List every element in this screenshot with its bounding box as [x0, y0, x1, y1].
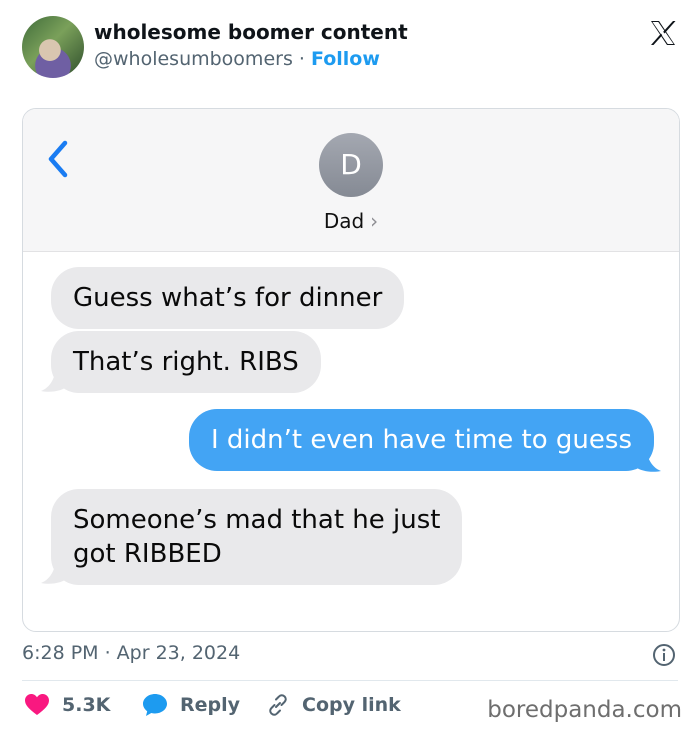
message-text-line: got RIBBED — [73, 539, 222, 569]
reply-bubble-icon — [143, 694, 167, 716]
embedded-message-screenshot[interactable]: D Dad › Guess what’s for dinner That’s ri… — [22, 108, 680, 632]
info-icon[interactable] — [652, 643, 676, 667]
x-logo-icon[interactable] — [648, 18, 678, 48]
like-button[interactable]: 5.3K — [24, 693, 110, 717]
heart-icon — [25, 694, 49, 715]
message-text-line: Someone’s mad that he just — [73, 505, 441, 535]
avatar[interactable] — [22, 16, 84, 78]
message-bubble-incoming: Guess what’s for dinner — [51, 267, 405, 329]
message-header: D Dad › — [23, 109, 679, 252]
message-bubble-incoming: That’s right. RIBS — [51, 331, 321, 393]
divider — [22, 680, 678, 681]
copy-link-button[interactable]: Copy link — [266, 693, 401, 717]
link-icon — [269, 694, 287, 716]
contact-name: Dad › — [23, 209, 679, 233]
display-name[interactable]: wholesome boomer content — [94, 20, 408, 44]
like-count: 5.3K — [62, 694, 111, 716]
message-bubble-incoming: Someone’s mad that he just got RIBBED — [51, 489, 463, 585]
message-text: I didn’t even have time to guess — [211, 425, 632, 455]
watermark: boredpanda.com — [487, 697, 682, 723]
message-text: Guess what’s for dinner — [73, 283, 383, 313]
chevron-right-icon: › — [370, 209, 379, 233]
reply-label: Reply — [180, 694, 241, 716]
back-chevron-icon — [48, 140, 68, 178]
handle-row: @wholesumboomers · Follow — [94, 48, 380, 70]
copy-link-label: Copy link — [302, 694, 401, 716]
tweet-embed: wholesome boomer content @wholesumboomer… — [0, 0, 700, 733]
handle[interactable]: @wholesumboomers — [94, 48, 293, 70]
timestamp[interactable]: 6:28 PM · Apr 23, 2024 — [22, 642, 240, 664]
contact-name-label: Dad — [323, 209, 365, 233]
follow-button[interactable]: Follow — [311, 48, 380, 70]
reply-button[interactable]: Reply — [142, 693, 240, 717]
message-bubble-outgoing: I didn’t even have time to guess — [189, 409, 654, 471]
contact-avatar: D — [319, 133, 383, 197]
separator: · — [298, 48, 305, 70]
message-text: That’s right. RIBS — [73, 347, 299, 377]
